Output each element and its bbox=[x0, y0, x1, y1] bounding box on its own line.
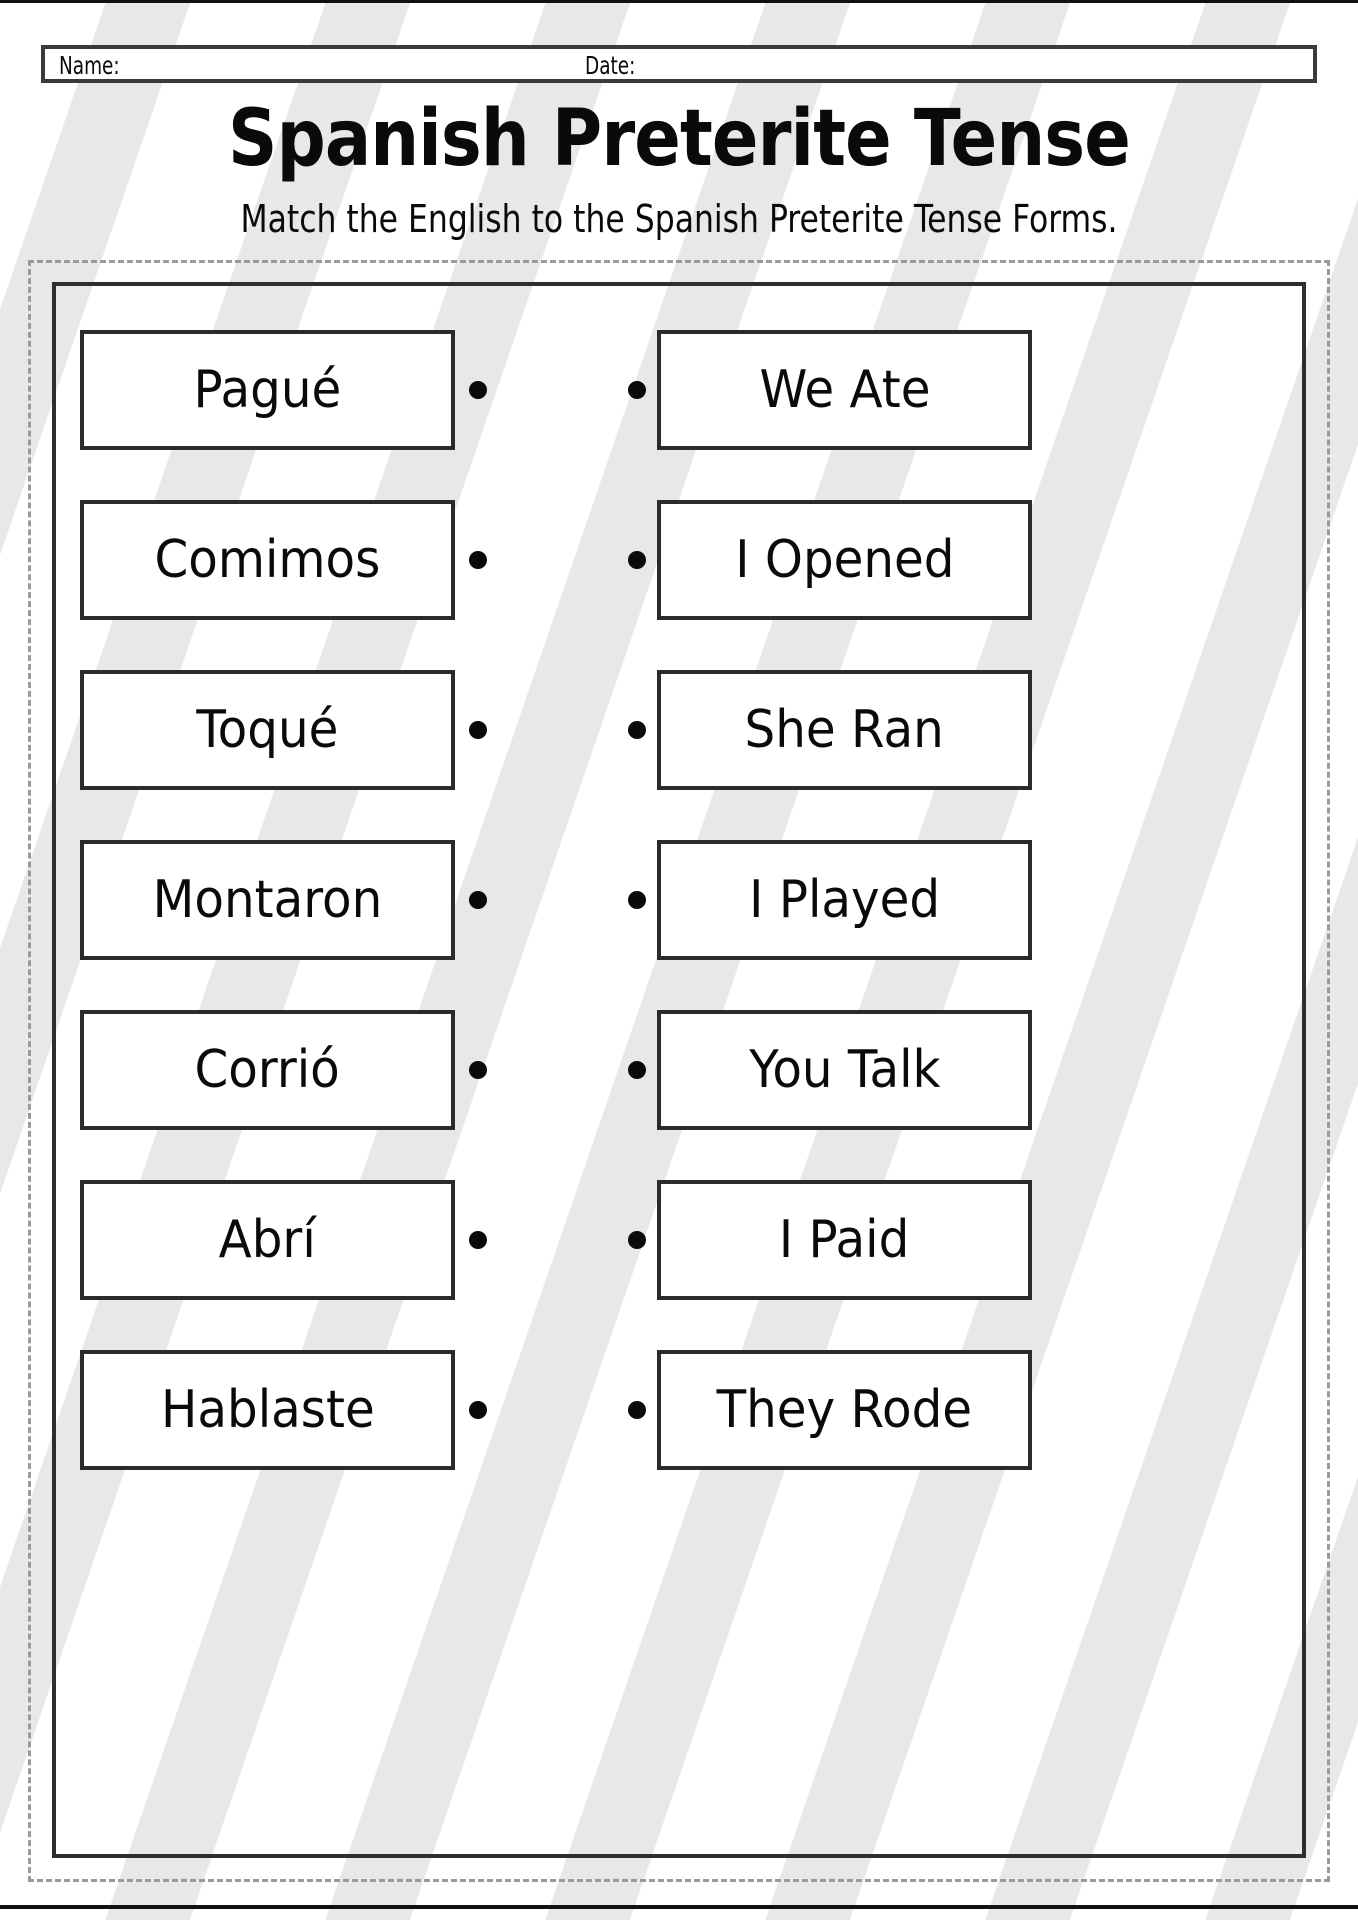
english-word-label: You Talk bbox=[748, 1040, 941, 1100]
spanish-word-label: Comimos bbox=[154, 530, 381, 590]
matching-rows: Pagué We Ate Comimos I Opened Toqué She Ran Mo… bbox=[0, 282, 1358, 1858]
page-subtitle: Match the English to the Spanish Preteri… bbox=[240, 197, 1118, 241]
spanish-word-label: Corrió bbox=[194, 1040, 341, 1100]
match-dot-left[interactable] bbox=[469, 1061, 487, 1079]
spanish-word-label: Pagué bbox=[193, 360, 342, 420]
page-title: Spanish Preterite Tense bbox=[228, 94, 1131, 184]
worksheet-page: Name: Date: Spanish Preterite Tense Matc… bbox=[0, 0, 1358, 1920]
spanish-word-box[interactable]: Hablaste bbox=[80, 1350, 455, 1470]
matching-row: Montaron I Played bbox=[0, 840, 1358, 960]
english-word-label: I Played bbox=[749, 870, 940, 930]
match-dot-right[interactable] bbox=[628, 1401, 646, 1419]
match-dot-left[interactable] bbox=[469, 1401, 487, 1419]
english-word-label: I Paid bbox=[779, 1210, 910, 1270]
english-word-label: I Opened bbox=[734, 530, 955, 590]
match-dot-right[interactable] bbox=[628, 1061, 646, 1079]
spanish-word-label: Toqué bbox=[196, 700, 339, 760]
name-label: Name: bbox=[59, 51, 120, 80]
spanish-word-box[interactable]: Corrió bbox=[80, 1010, 455, 1130]
matching-row: Abrí I Paid bbox=[0, 1180, 1358, 1300]
english-word-label: We Ate bbox=[758, 360, 931, 420]
spanish-word-label: Hablaste bbox=[160, 1380, 375, 1440]
match-dot-left[interactable] bbox=[469, 1231, 487, 1249]
match-dot-right[interactable] bbox=[628, 381, 646, 399]
matching-row: Hablaste They Rode bbox=[0, 1350, 1358, 1470]
match-dot-right[interactable] bbox=[628, 721, 646, 739]
english-word-box[interactable]: She Ran bbox=[657, 670, 1032, 790]
english-word-box[interactable]: I Played bbox=[657, 840, 1032, 960]
spanish-word-label: Montaron bbox=[152, 870, 383, 930]
english-word-box[interactable]: They Rode bbox=[657, 1350, 1032, 1470]
english-word-label: They Rode bbox=[716, 1380, 973, 1440]
page-top-rule bbox=[0, 0, 1358, 3]
spanish-word-box[interactable]: Pagué bbox=[80, 330, 455, 450]
date-label: Date: bbox=[585, 51, 636, 80]
english-word-box[interactable]: We Ate bbox=[657, 330, 1032, 450]
spanish-word-box[interactable]: Toqué bbox=[80, 670, 455, 790]
match-dot-right[interactable] bbox=[628, 551, 646, 569]
english-word-label: She Ran bbox=[744, 700, 945, 760]
name-date-bar: Name: Date: bbox=[41, 45, 1317, 83]
match-dot-right[interactable] bbox=[628, 891, 646, 909]
spanish-word-box[interactable]: Montaron bbox=[80, 840, 455, 960]
spanish-word-box[interactable]: Comimos bbox=[80, 500, 455, 620]
match-dot-left[interactable] bbox=[469, 891, 487, 909]
matching-row: Toqué She Ran bbox=[0, 670, 1358, 790]
page-bottom-rule bbox=[0, 1905, 1358, 1909]
matching-row: Pagué We Ate bbox=[0, 330, 1358, 450]
match-dot-right[interactable] bbox=[628, 1231, 646, 1249]
match-dot-left[interactable] bbox=[469, 721, 487, 739]
english-word-box[interactable]: You Talk bbox=[657, 1010, 1032, 1130]
english-word-box[interactable]: I Opened bbox=[657, 500, 1032, 620]
matching-row: Comimos I Opened bbox=[0, 500, 1358, 620]
match-dot-left[interactable] bbox=[469, 551, 487, 569]
matching-row: Corrió You Talk bbox=[0, 1010, 1358, 1130]
english-word-box[interactable]: I Paid bbox=[657, 1180, 1032, 1300]
spanish-word-label: Abrí bbox=[218, 1210, 317, 1270]
spanish-word-box[interactable]: Abrí bbox=[80, 1180, 455, 1300]
match-dot-left[interactable] bbox=[469, 381, 487, 399]
